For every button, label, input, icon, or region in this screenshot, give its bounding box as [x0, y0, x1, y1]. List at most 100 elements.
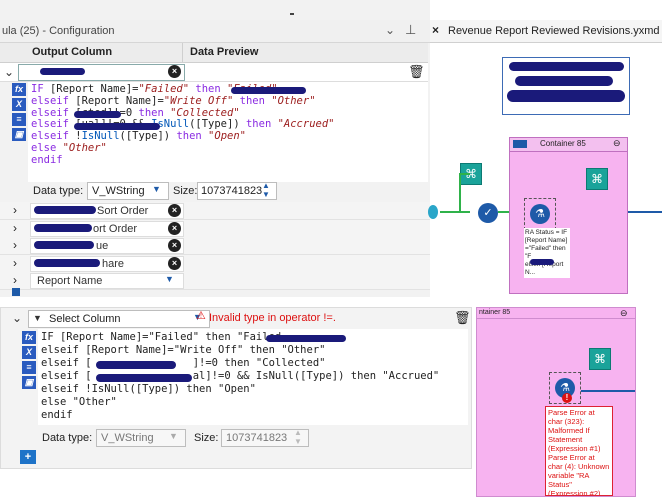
redaction-scribble — [530, 259, 554, 265]
comment-box[interactable] — [502, 57, 630, 115]
clear-field-icon[interactable]: × — [168, 256, 181, 270]
variable-icon[interactable]: X — [12, 98, 26, 111]
chevron-down-icon[interactable]: ⌄ — [10, 309, 24, 327]
document-tab-title[interactable]: Revenue Report Reviewed Revisions.yxmd — [448, 25, 660, 37]
expression-token: ([Type]) — [189, 118, 246, 131]
expression-token: "Other" — [62, 141, 107, 154]
chevron-right-icon[interactable]: › — [13, 273, 17, 287]
redaction-scribble — [74, 123, 160, 130]
formula-tool-selection[interactable]: ⚗ ! — [549, 372, 581, 404]
formula-tool-icon[interactable]: ⚗ — [530, 204, 550, 224]
bottom-data-type-row: Data type: V_WString ▼ Size: 1073741823 … — [38, 428, 468, 447]
config-titlebar: ula (25) - Configuration ⌄ ⊥ — [0, 20, 430, 43]
chevron-down-icon[interactable]: ⌄ — [2, 63, 16, 81]
container-85[interactable]: Container 85 ⊖ ⌘ ⚗ RA Status = IF [Report… — [509, 137, 628, 294]
field-row[interactable]: › hare × — [0, 254, 430, 273]
delete-icon[interactable]: 🗑 — [454, 310, 471, 326]
expression-token: elseif — [31, 130, 76, 143]
function-icon[interactable]: fx — [22, 331, 36, 344]
expression-token: then — [176, 130, 209, 143]
browse-tool-icon[interactable]: ⌘ — [586, 168, 608, 190]
container-title: Container 85 — [540, 139, 586, 148]
panel-title: ula (25) - Configuration — [2, 25, 115, 37]
chevron-right-icon[interactable]: › — [13, 238, 17, 252]
expression-line: elseif !IsNull([Type]) then "Open" — [41, 383, 256, 395]
spinner-icon[interactable]: ▲ ▼ — [262, 181, 270, 199]
browse-tool-icon[interactable]: ⌘ — [589, 348, 611, 370]
expression-token: elseif — [31, 94, 76, 107]
function-icon[interactable]: fx — [12, 83, 26, 96]
clear-field-icon[interactable]: × — [168, 65, 181, 78]
size-input[interactable]: 1073741823 ▲ ▼ — [197, 181, 277, 200]
data-type-row: Data type: V_WString ▼ Size: 1073741823 … — [0, 181, 428, 200]
container-header-divider — [477, 318, 635, 319]
expression-editor[interactable]: IF [Report Name]="Failed" then "Failed"e… — [28, 82, 428, 182]
redaction-scribble — [231, 87, 306, 94]
tab-close-icon[interactable]: × — [432, 23, 439, 37]
chevron-right-icon[interactable]: › — [13, 203, 17, 217]
clear-field-icon[interactable]: × — [168, 239, 181, 252]
data-type-select[interactable]: V_WString ▼ — [96, 429, 186, 447]
header-output-column: Output Column — [32, 46, 113, 58]
size-label: Size: — [194, 432, 219, 444]
expression-editor[interactable]: IF [Report Name]="Failed" then "Failed el… — [38, 329, 468, 425]
expression-token: IsNull — [81, 130, 120, 143]
column-header: Output Column Data Preview — [0, 43, 428, 63]
data-type-value: V_WString — [101, 432, 154, 444]
expression-line: else "Other" — [31, 141, 335, 155]
expression-line: endif — [41, 409, 73, 421]
select-column-dropdown[interactable]: ▼ Select Column ▼ — [28, 310, 210, 328]
data-type-value: V_WString — [92, 185, 145, 197]
field-row[interactable]: › Report Name ▼ — [0, 272, 430, 290]
collapse-icon[interactable]: ⊖ — [613, 138, 621, 149]
container-85-bottom[interactable]: ntainer 85 ⊖ ⌘ ⚗ ! Parse Error at char (… — [476, 307, 636, 497]
expression-token: endif — [31, 153, 63, 166]
field-label: hare — [102, 257, 125, 270]
field-label: ort Order — [93, 222, 138, 235]
field-row[interactable]: › ue × — [0, 237, 430, 255]
expression-token: [Report Name]= — [49, 83, 139, 95]
spinner-icon[interactable]: ▲ ▼ — [294, 428, 302, 446]
size-value: 1073741823 — [201, 185, 263, 197]
select-tool-icon[interactable]: ✓ — [478, 203, 498, 223]
field-label: Report Name — [37, 275, 103, 287]
output-column-row[interactable]: ⌄ × 🗑 — [0, 63, 428, 82]
delete-icon[interactable]: 🗑 — [408, 64, 425, 80]
expression-token: [Report Name]= — [75, 94, 164, 107]
data-type-select[interactable]: V_WString ▼ — [87, 182, 169, 200]
expression-token: ([Type]) — [119, 130, 177, 143]
redaction-scribble — [34, 258, 100, 267]
field-row[interactable]: › Sort Order × — [0, 202, 430, 220]
add-expression-button[interactable]: + — [20, 450, 36, 464]
expression-token: "Failed" — [138, 83, 190, 95]
pin-icon[interactable]: ⊥ — [405, 22, 416, 38]
saved-expression-icon[interactable]: ≡ — [22, 361, 36, 374]
redaction-scribble — [509, 62, 624, 71]
redaction-scribble — [507, 90, 625, 102]
redaction-scribble — [74, 111, 121, 118]
expression-icon-strip: fx X ≡ ▣ — [22, 331, 36, 391]
container-title: ntainer 85 — [479, 309, 511, 316]
chevron-right-icon[interactable]: › — [13, 256, 17, 270]
expression-token: "Other" — [271, 94, 316, 107]
chevron-right-icon[interactable]: › — [13, 221, 17, 235]
save-icon[interactable]: ▣ — [22, 376, 36, 389]
formula-annotation: RA Status = IF [Report Name] ="Failed" the… — [524, 228, 570, 278]
error-icon: ⚠ — [196, 310, 206, 322]
saved-expression-icon[interactable]: ≡ — [12, 113, 26, 126]
expression-token: then — [138, 106, 171, 119]
field-row[interactable]: › ort Order × — [0, 219, 430, 238]
variable-icon[interactable]: X — [22, 346, 36, 359]
add-icon[interactable] — [12, 288, 20, 296]
clear-field-icon[interactable]: × — [168, 221, 181, 235]
redaction-scribble — [96, 374, 192, 382]
formula-tool-selection[interactable]: ⚗ — [524, 198, 556, 230]
size-input[interactable]: 1073741823 ▲ ▼ — [221, 428, 309, 447]
field-label: ue — [96, 240, 109, 252]
chevron-down-icon[interactable]: ⌄ — [385, 23, 395, 37]
column-divider — [182, 43, 183, 62]
document-tab-bar: × Revenue Report Reviewed Revisions.yxmd — [430, 20, 662, 43]
clear-field-icon[interactable]: × — [168, 204, 181, 217]
save-icon[interactable]: ▣ — [12, 128, 26, 141]
input-anchor-icon[interactable] — [428, 205, 438, 219]
